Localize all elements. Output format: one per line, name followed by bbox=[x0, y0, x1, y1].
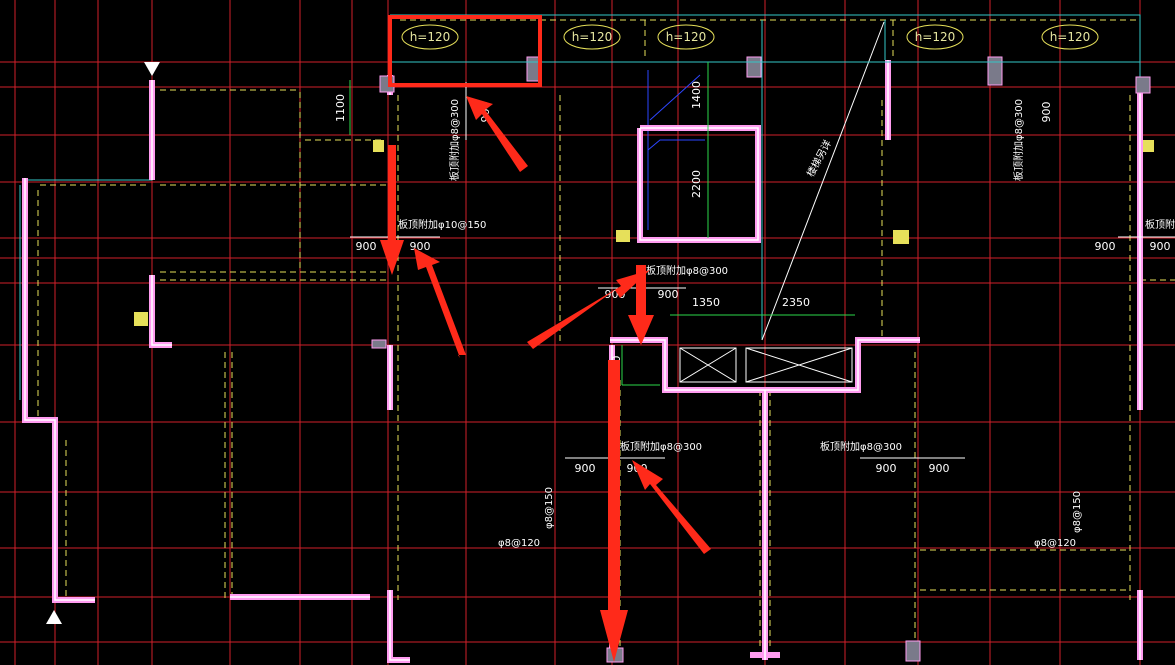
slab-thickness-tag: h=120 bbox=[666, 30, 707, 44]
dimension-text: 2200 bbox=[690, 170, 703, 198]
dimension-text: 900 bbox=[575, 462, 596, 475]
rebar-note: φ8@150 bbox=[544, 487, 555, 529]
beam-lines bbox=[37, 19, 1175, 650]
dimension-text: 900 bbox=[929, 462, 950, 475]
rebar-note: 板顶附加φ8@300 bbox=[646, 264, 728, 277]
stair-note: 楼梯另详 bbox=[804, 138, 834, 179]
rebar-note: 板顶附 bbox=[1145, 218, 1175, 231]
dimension-text: 900 bbox=[410, 240, 431, 253]
slab-thickness-tag: h=120 bbox=[915, 30, 956, 44]
rebar-note: φ8@150 bbox=[1072, 491, 1083, 533]
rebar-note: φ8@120 bbox=[1034, 538, 1076, 549]
rebar-note: 板顶附加φ10@150 bbox=[398, 218, 486, 231]
slab-thickness-tag: h=120 bbox=[1050, 30, 1091, 44]
dimension-text: 900 bbox=[658, 288, 679, 301]
rebar-note: 板顶附加φ8@300 bbox=[1012, 99, 1025, 181]
dimension-text: 900 bbox=[876, 462, 897, 475]
slab-thickness-tag: h=120 bbox=[572, 30, 613, 44]
stair-diagonal bbox=[761, 21, 885, 341]
axis-markers bbox=[46, 62, 160, 624]
slab-thickness-tags: h=120 h=120 h=120 h=120 h=120 bbox=[401, 24, 1099, 50]
dimension-text: 900 bbox=[356, 240, 377, 253]
rebar-annotations: 板顶附加φ8@300 板顶附加φ8@300 板顶附加φ10@150 板顶附 板顶… bbox=[398, 99, 1175, 549]
dimension-text: 2350 bbox=[782, 296, 810, 309]
rebar-note: φ8@120 bbox=[498, 538, 540, 549]
rebar-note: 板顶附加φ8@300 bbox=[820, 440, 902, 453]
dimension-text: 900 bbox=[1095, 240, 1116, 253]
dimension-text: 900 bbox=[1150, 240, 1171, 253]
cyan-lines bbox=[19, 14, 1141, 400]
rebar-note: 板顶附加φ8@300 bbox=[448, 99, 461, 181]
annotation-arrows bbox=[380, 96, 711, 662]
dimension-text: 900 bbox=[1040, 102, 1053, 123]
slab-thickness-tag: h=120 bbox=[410, 30, 451, 44]
rebar-note: 板顶附加φ8@300 bbox=[620, 440, 702, 453]
shaft-boxes bbox=[679, 347, 853, 383]
floor-plan-canvas: h=120 h=120 h=120 h=120 h=120 1100 900 9… bbox=[0, 0, 1175, 665]
dimension-text: 1100 bbox=[334, 94, 347, 122]
dimension-text: 1350 bbox=[692, 296, 720, 309]
dimension-text: 1400 bbox=[690, 81, 703, 109]
axis-grid bbox=[0, 0, 1175, 665]
walls bbox=[22, 60, 1143, 663]
